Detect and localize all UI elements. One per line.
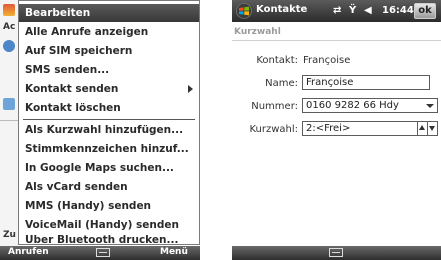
menu-item-kurzwahl-hinzufuegen[interactable]: Als Kurzwahl hinzufügen... (19, 121, 199, 139)
title-bar: Kontakte ⇄ Ÿ ◀ 16:44 ok (232, 0, 441, 22)
keyboard-icon[interactable] (96, 248, 110, 257)
kontakt-value: Françoise (303, 55, 351, 66)
background-fragment-bottom: Zu (3, 230, 16, 240)
name-label: Name: (265, 78, 298, 89)
background-start-icon (3, 4, 15, 16)
ok-button[interactable]: ok (414, 3, 436, 19)
submenu-arrow-icon (188, 85, 193, 93)
background-list-icon (3, 98, 15, 110)
sync-icon: ⇄ (333, 5, 342, 16)
background-app-column: Ac Zu (0, 0, 18, 260)
menu-item-voicemail-senden[interactable]: VoiceMail (Handy) senden (19, 216, 199, 234)
context-menu: Bearbeiten Alle Anrufe anzeigen Auf SIM … (18, 0, 200, 245)
menu-item-alle-anrufe[interactable]: Alle Anrufe anzeigen (19, 23, 199, 41)
dropdown-arrow-icon[interactable] (426, 104, 434, 108)
menu-item-kontakt-loeschen[interactable]: Kontakt löschen (19, 99, 199, 117)
softkey-right-menu[interactable]: Menü (160, 247, 188, 257)
name-field[interactable]: Françoise (302, 75, 430, 90)
nummer-dropdown[interactable]: 0160 9282 66 Hdy (302, 98, 438, 113)
menu-separator (23, 119, 195, 120)
kurzwahl-spinner[interactable]: 2:<Frei> (302, 121, 438, 136)
kontakt-label: Kontakt: (256, 55, 298, 66)
menu-item-stimmkennzeichen[interactable]: Stimmkennzeichen hinzuf... (19, 140, 199, 158)
left-phone-screen: Ac Zu Bearbeiten Alle Anrufe anzeigen Au… (0, 0, 200, 260)
background-fragment-top: Ac (3, 22, 16, 32)
section-title: Kurzwahl (234, 27, 281, 37)
softkey-bar-right (232, 246, 441, 260)
menu-item-vcard-senden[interactable]: Als vCard senden (19, 178, 199, 196)
nummer-label: Nummer: (251, 101, 298, 112)
menu-item-bearbeiten[interactable]: Bearbeiten (19, 4, 199, 22)
keyboard-icon[interactable] (329, 248, 343, 257)
clock: 16:44 (382, 5, 414, 16)
kurzwahl-label: Kurzwahl: (249, 124, 298, 135)
menu-item-google-maps[interactable]: In Google Maps suchen... (19, 159, 199, 177)
menu-item-kontakt-senden[interactable]: Kontakt senden (19, 80, 199, 98)
spin-up-icon (419, 125, 425, 130)
menu-item-bluetooth-drucken[interactable]: Über Bluetooth drucken... (19, 235, 199, 245)
spin-down-button[interactable] (427, 122, 437, 135)
menu-item-auf-sim-speichern[interactable]: Auf SIM speichern (19, 42, 199, 60)
section-divider (232, 40, 441, 41)
window-title: Kontakte (256, 4, 308, 15)
nummer-value: 0160 9282 66 Hdy (306, 100, 399, 111)
windows-start-icon[interactable] (236, 3, 252, 19)
volume-icon: ◀ (364, 5, 372, 16)
menu-item-kontakt-senden-label: Kontakt senden (25, 83, 119, 95)
kurzwahl-value: 2:<Frei> (306, 123, 351, 134)
softkey-bar: Anrufen Menü (0, 246, 200, 260)
spin-down-icon (429, 126, 435, 131)
softkey-left-anrufen[interactable]: Anrufen (8, 247, 49, 257)
background-divider (0, 120, 18, 121)
right-phone-screen: Kontakte ⇄ Ÿ ◀ 16:44 ok Kurzwahl Kontakt… (232, 0, 441, 260)
signal-icon: Ÿ (349, 5, 357, 16)
background-contact-icon (3, 40, 15, 52)
menu-item-sms-senden[interactable]: SMS senden... (19, 61, 199, 79)
spin-up-button[interactable] (417, 122, 427, 135)
menu-item-mms-senden[interactable]: MMS (Handy) senden (19, 197, 199, 215)
